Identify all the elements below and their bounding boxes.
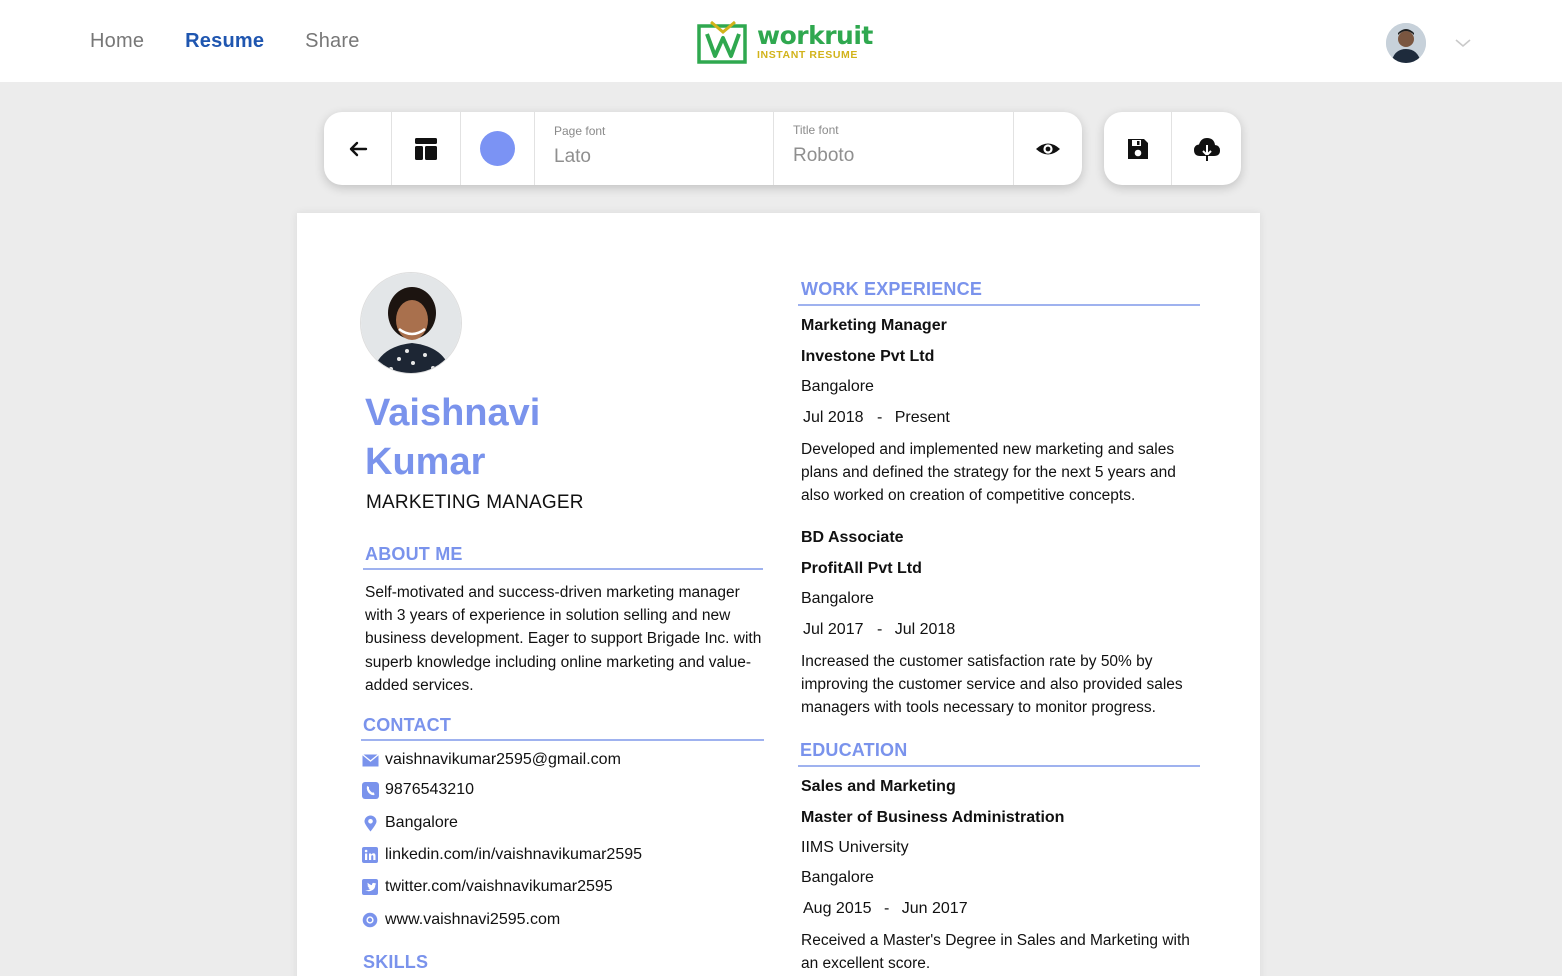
job-1-company[interactable]: Investone Pvt Ltd: [801, 348, 934, 366]
workruit-logo-icon: [697, 20, 747, 64]
contact-twitter[interactable]: twitter.com/vaishnavikumar2595: [361, 878, 613, 896]
education-separator: -: [883, 900, 890, 917]
user-avatar[interactable]: [1386, 23, 1426, 63]
accent-color-button[interactable]: [461, 112, 535, 185]
job-2-dates[interactable]: Jul 2017 - Jul 2018: [803, 621, 955, 639]
education-degree[interactable]: Master of Business Administration: [801, 809, 1064, 827]
linkedin-icon: [361, 846, 379, 864]
work-divider: [798, 304, 1200, 306]
template-layout-icon: [415, 137, 437, 160]
profile-photo[interactable]: [360, 272, 462, 374]
twitter-icon: [361, 878, 379, 896]
twitter-text: twitter.com/vaishnavikumar2595: [385, 878, 613, 895]
save-button[interactable]: [1104, 112, 1172, 185]
page-font-label: Page font: [554, 124, 606, 138]
education-location[interactable]: Bangalore: [801, 869, 874, 887]
skills-section-title: SKILLS: [363, 952, 429, 972]
first-name: Vaishnavi: [365, 392, 541, 434]
profile-photo-image: [361, 273, 461, 373]
nav-home-link[interactable]: Home: [90, 30, 144, 53]
job-1-location[interactable]: Bangalore: [801, 378, 874, 396]
job-2-company[interactable]: ProfitAll Pvt Ltd: [801, 560, 922, 578]
arrow-left-icon: [349, 141, 367, 156]
education-description[interactable]: Received a Master's Degree in Sales and …: [801, 929, 1201, 975]
job-2-start: Jul 2017: [803, 621, 864, 638]
contact-divider: [361, 739, 764, 741]
job-1-dates[interactable]: Jul 2018 - Present: [803, 409, 950, 427]
contact-phone[interactable]: 9876543210: [361, 781, 474, 799]
contact-location[interactable]: Bangalore: [361, 814, 458, 832]
linkedin-text: linkedin.com/in/vaishnavikumar2595: [385, 846, 643, 863]
job-2-title[interactable]: BD Associate: [801, 529, 904, 547]
job-2-description[interactable]: Increased the customer satisfaction rate…: [801, 650, 1201, 720]
eye-icon: [1036, 143, 1060, 154]
accent-color-swatch: [480, 131, 515, 166]
last-name: Kumar: [365, 441, 486, 483]
contact-section-title: CONTACT: [363, 715, 452, 735]
education-school[interactable]: IIMS University: [801, 839, 909, 857]
job-1-title[interactable]: Marketing Manager: [801, 317, 947, 335]
work-section-title: WORK EXPERIENCE: [801, 279, 983, 299]
job-1-end: Present: [894, 409, 950, 426]
page-font-value: Lato: [554, 146, 591, 167]
back-button[interactable]: [324, 112, 392, 185]
phone-icon: [361, 781, 379, 799]
resume-page: Vaishnavi Kumar MARKETING MANAGER ABOUT …: [297, 213, 1260, 976]
contact-linkedin[interactable]: linkedin.com/in/vaishnavikumar2595: [361, 846, 642, 864]
job-2-location[interactable]: Bangalore: [801, 590, 874, 608]
phone-text: 9876543210: [385, 781, 474, 798]
title-font-label: Title font: [793, 123, 839, 137]
education-divider: [798, 765, 1200, 767]
nav-resume-link[interactable]: Resume: [185, 30, 264, 53]
contact-website[interactable]: www.vaishnavi2595.com: [361, 911, 560, 929]
about-text[interactable]: Self-motivated and success-driven market…: [365, 581, 765, 697]
mail-icon: [361, 751, 379, 769]
candidate-name[interactable]: Vaishnavi Kumar: [365, 389, 540, 487]
logo-tagline: INSTANT RESUME: [757, 49, 858, 62]
top-header: Home Resume Share workruit INSTANT RESUM…: [0, 0, 1562, 82]
job-2-end: Jul 2018: [894, 621, 956, 638]
cloud-download-icon: [1193, 137, 1220, 161]
page-font-select[interactable]: Page font Lato: [535, 112, 774, 185]
email-text: vaishnavikumar2595@gmail.com: [385, 751, 621, 768]
editor-toolbar: Page font Lato Title font Roboto: [324, 112, 1082, 185]
title-font-value: Roboto: [793, 145, 855, 166]
job-role[interactable]: MARKETING MANAGER: [366, 492, 584, 514]
contact-email[interactable]: vaishnavikumar2595@gmail.com: [361, 751, 621, 769]
workruit-logo[interactable]: workruit INSTANT RESUME: [697, 20, 873, 64]
save-toolbar: [1104, 112, 1241, 185]
education-dates[interactable]: Aug 2015 - Jun 2017: [803, 900, 968, 918]
job-1-start: Jul 2018: [803, 409, 864, 426]
main-nav: Home Resume Share: [90, 30, 360, 53]
template-button[interactable]: [392, 112, 461, 185]
location-pin-icon: [361, 814, 379, 832]
job-1-description[interactable]: Developed and implemented new marketing …: [801, 438, 1201, 508]
nav-share-link[interactable]: Share: [305, 30, 359, 53]
download-button[interactable]: [1172, 112, 1241, 185]
about-section-title: ABOUT ME: [365, 544, 463, 564]
education-start: Aug 2015: [803, 900, 872, 917]
job-1-separator: -: [876, 409, 883, 426]
about-divider: [363, 568, 763, 570]
floppy-save-icon: [1127, 138, 1148, 159]
chevron-down-icon[interactable]: [1454, 37, 1472, 49]
education-field[interactable]: Sales and Marketing: [801, 778, 956, 796]
education-end: Jun 2017: [901, 900, 968, 917]
job-2-separator: -: [876, 621, 883, 638]
globe-browser-icon: [361, 911, 379, 929]
location-text: Bangalore: [385, 814, 458, 831]
preview-button[interactable]: [1014, 112, 1082, 185]
website-text: www.vaishnavi2595.com: [385, 911, 561, 928]
user-avatar-image: [1386, 23, 1426, 63]
education-section-title: EDUCATION: [800, 740, 908, 760]
title-font-select[interactable]: Title font Roboto: [774, 112, 1014, 185]
logo-name: workruit: [757, 21, 873, 51]
